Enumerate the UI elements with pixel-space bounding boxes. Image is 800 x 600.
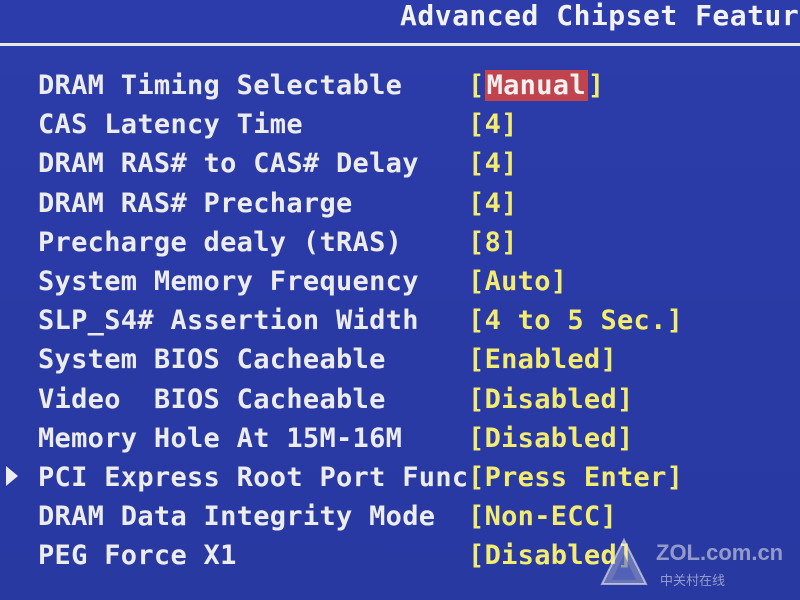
setting-label: Memory Hole At 15M-16M [38, 422, 403, 454]
setting-label: Precharge dealy (tRAS) [38, 226, 403, 258]
setting-label: Video BIOS Cacheable [38, 383, 386, 415]
setting-memory-hole[interactable]: Memory Hole At 15M-16M [Disabled] [0, 419, 800, 458]
setting-value[interactable]: [Manual] [468, 70, 604, 102]
selected-value-highlight[interactable]: Manual [484, 70, 588, 101]
setting-precharge-delay-tras[interactable]: Precharge dealy (tRAS) [8] [0, 223, 800, 262]
setting-value[interactable]: [4] [468, 188, 518, 220]
setting-label: SLP_S4# Assertion Width [38, 305, 419, 337]
setting-label: DRAM Data Integrity Mode [38, 501, 436, 533]
setting-dram-data-integrity-mode[interactable]: DRAM Data Integrity Mode [Non-ECC] [0, 497, 800, 536]
watermark: ZOL.com.cn 中关村在线 [596, 534, 796, 594]
setting-label: DRAM Timing Selectable [38, 70, 403, 101]
watermark-cn-text: 中关村在线 [660, 574, 726, 589]
submenu-pci-express-root-port[interactable]: PCI Express Root Port Func [Press Enter] [0, 458, 800, 497]
setting-dram-ras-to-cas-delay[interactable]: DRAM RAS# to CAS# Delay [4] [0, 144, 800, 183]
setting-dram-ras-precharge[interactable]: DRAM RAS# Precharge [4] [0, 184, 800, 223]
setting-slp-s4-assertion-width[interactable]: SLP_S4# Assertion Width [4 to 5 Sec.] [0, 301, 800, 340]
title-divider [0, 43, 800, 46]
zol-logo-icon [600, 537, 648, 585]
setting-label: PCI Express Root Port Func [38, 461, 469, 493]
setting-value[interactable]: [4] [468, 148, 518, 180]
setting-video-bios-cacheable[interactable]: Video BIOS Cacheable [Disabled] [0, 380, 800, 419]
setting-label: PEG Force X1 [38, 540, 237, 572]
page-title: Advanced Chipset Feature [400, 0, 800, 32]
setting-dram-timing-selectable[interactable]: DRAM Timing Selectable [Manual] [0, 66, 800, 105]
setting-value[interactable]: [Enabled] [468, 344, 617, 376]
bios-screen: Advanced Chipset Feature DRAM Timing Sel… [0, 0, 800, 600]
setting-value[interactable]: [4] [468, 109, 518, 141]
setting-label: System BIOS Cacheable [38, 344, 386, 376]
setting-value[interactable]: [Press Enter] [468, 462, 683, 494]
setting-label: System Memory Frequency [38, 265, 419, 297]
setting-label: CAS Latency Time [38, 109, 303, 141]
setting-label: DRAM RAS# to CAS# Delay [38, 148, 419, 180]
setting-cas-latency-time[interactable]: CAS Latency Time [4] [0, 105, 800, 144]
setting-label: DRAM RAS# Precharge [38, 187, 353, 219]
setting-value[interactable]: [Non-ECC] [468, 501, 617, 533]
setting-value[interactable]: [Disabled] [468, 423, 634, 455]
setting-system-bios-cacheable[interactable]: System BIOS Cacheable [Enabled] [0, 340, 800, 379]
settings-list: DRAM Timing Selectable [Manual] CAS Late… [0, 66, 800, 575]
setting-value[interactable]: [8] [468, 227, 518, 259]
title-bar: Advanced Chipset Feature [0, 0, 800, 40]
watermark-domain: ZOL.com.cn [656, 540, 784, 565]
setting-value[interactable]: [Disabled] [468, 384, 634, 416]
triangle-right-icon [6, 465, 18, 486]
setting-value[interactable]: [Auto] [468, 266, 567, 298]
setting-value[interactable]: [4 to 5 Sec.] [468, 305, 683, 337]
setting-system-memory-frequency[interactable]: System Memory Frequency [Auto] [0, 262, 800, 301]
